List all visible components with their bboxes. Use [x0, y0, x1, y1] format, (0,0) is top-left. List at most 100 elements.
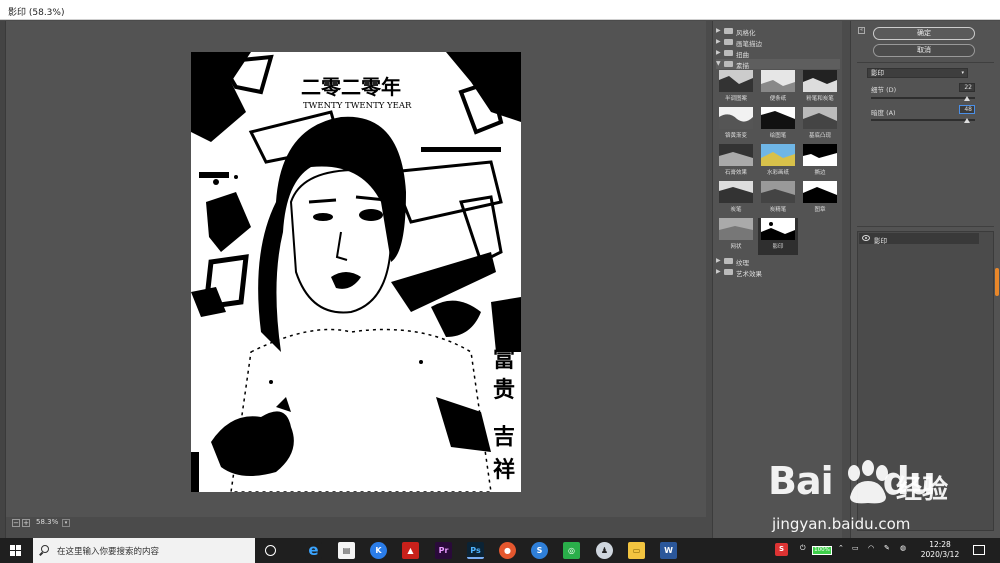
thumb-label: 图章 — [814, 207, 826, 213]
thumb-bas-relief[interactable]: 基底凸现 — [800, 107, 840, 144]
word-icon[interactable]: W — [660, 542, 677, 559]
thumb-chrome[interactable]: 铬黄渐变 — [716, 107, 756, 144]
thumb-halftone-pattern[interactable]: 半调图案 — [716, 70, 756, 107]
folder-icon — [724, 269, 733, 275]
thumb-photocopy-selected[interactable]: 影印 — [758, 218, 798, 255]
search-icon — [41, 545, 49, 553]
thumb-image — [761, 107, 795, 129]
effect-layer-item[interactable]: 影印 — [859, 233, 979, 245]
gallery-group-artistic[interactable]: ▶ 艺术效果 — [716, 267, 840, 278]
detail-value-input[interactable]: 22 — [959, 83, 975, 92]
preview-title-cn: 二零二零年 — [301, 75, 401, 99]
watermark-cn: 经验 — [896, 475, 949, 505]
zoom-level: 58.3% — [36, 518, 59, 526]
detail-slider[interactable] — [871, 96, 975, 101]
group-label: 画笔描边 — [736, 40, 762, 48]
zoom-bar: − + 58.3% ▾ — [6, 517, 706, 538]
cancel-button[interactable]: 取消 — [873, 44, 975, 57]
thumb-image — [761, 181, 795, 203]
edge-icon[interactable]: e — [305, 542, 322, 559]
group-label: 素描 — [736, 62, 749, 70]
ok-button[interactable]: 确定 — [873, 27, 975, 40]
group-label: 艺术效果 — [736, 270, 762, 278]
thumb-image — [761, 144, 795, 166]
watermark-url: jingyan.baidu.com — [772, 515, 911, 533]
thumb-label: 便条纸 — [769, 96, 787, 102]
preview-artwork: 二零二零年 TWENTY TWENTY YEAR 富 贵 吉 祥 — [191, 52, 521, 492]
thumb-label: 水彩画纸 — [766, 170, 789, 176]
darkness-slider[interactable] — [871, 118, 975, 123]
group-label: 纹理 — [736, 259, 749, 267]
wifi-icon[interactable]: ◠ — [868, 544, 874, 552]
eye-icon[interactable] — [862, 235, 870, 241]
filter-select[interactable]: 影印 ▾ — [867, 68, 968, 78]
chevron-up-icon[interactable]: ⌃ — [838, 544, 844, 552]
gallery-group-texture[interactable]: ▶ 纹理 — [716, 256, 840, 267]
battery-indicator[interactable]: 100% — [812, 546, 832, 555]
chevron-down-icon: ▾ — [961, 70, 964, 76]
taskbar-search-box[interactable]: 在这里输入你要搜索的内容 — [33, 538, 255, 563]
premiere-icon[interactable]: Pr — [435, 542, 452, 559]
network-icon[interactable]: ◍ — [900, 544, 906, 552]
gallery-group-distort[interactable]: ▶ 扭曲 — [716, 48, 840, 59]
chevron-right-icon: ▶ — [716, 268, 721, 275]
thumb-chalk-charcoal[interactable]: 粉笔和炭笔 — [800, 70, 840, 107]
thumb-note-paper[interactable]: 便条纸 — [758, 70, 798, 107]
zoom-in-button[interactable]: + — [22, 519, 30, 527]
notification-icon[interactable] — [973, 545, 985, 555]
chevron-right-icon: ▶ — [716, 49, 721, 56]
chevron-right-icon: ▶ — [716, 38, 721, 45]
zoom-out-button[interactable]: − — [12, 519, 20, 527]
thumb-stamp[interactable]: 图章 — [800, 181, 840, 218]
gallery-group-stylize[interactable]: ▶ 风格化 — [716, 26, 840, 37]
preview-canvas-area[interactable]: 二零二零年 TWENTY TWENTY YEAR 富 贵 吉 祥 — [6, 21, 706, 517]
gallery-group-sketch[interactable]: ▼ 素描 — [716, 59, 840, 70]
thumb-label: 基底凸现 — [808, 133, 831, 139]
folder-icon — [724, 50, 733, 56]
qq-icon[interactable]: ♟ — [596, 542, 613, 559]
gallery-group-brush-strokes[interactable]: ▶ 画笔描边 — [716, 37, 840, 48]
kugou-icon[interactable]: K — [370, 542, 387, 559]
photocopy-preview-image: 二零二零年 TWENTY TWENTY YEAR 富 贵 吉 祥 — [191, 52, 521, 492]
acrobat-icon[interactable]: ▲ — [402, 542, 419, 559]
photoshop-icon[interactable]: Ps — [467, 542, 484, 559]
panel-scrollbar[interactable] — [995, 268, 999, 296]
window-title-bar: 影印 (58.3%) — [0, 0, 1000, 20]
pen-icon[interactable]: ✎ — [884, 544, 890, 552]
baidu-jingyan-watermark: Bai du 经验 jingyan.baidu.com — [768, 455, 988, 537]
thumb-image — [761, 70, 795, 92]
thumb-graphic-pen[interactable]: 绘图笔 — [758, 107, 798, 144]
explorer-icon[interactable]: ▭ — [628, 542, 645, 559]
battery-icon[interactable]: ▭ — [852, 544, 859, 552]
preview-side-text-3: 吉 — [493, 424, 515, 450]
thumb-label: 粉笔和炭笔 — [806, 96, 834, 102]
thumb-label: 影印 — [772, 244, 784, 250]
sogou-input-icon[interactable]: S — [775, 543, 788, 556]
cortana-icon[interactable] — [265, 545, 276, 556]
firefox-icon[interactable]: ● — [499, 542, 516, 559]
thumb-torn-edges[interactable]: 撕边 — [800, 144, 840, 181]
thumb-water-paper[interactable]: 水彩画纸 — [758, 144, 798, 181]
thumb-image — [719, 70, 753, 92]
chevron-right-icon: ▶ — [716, 27, 721, 34]
detail-slider-knob[interactable] — [963, 96, 970, 101]
sogou-icon[interactable]: S — [531, 542, 548, 559]
search-placeholder: 在这里输入你要搜索的内容 — [57, 547, 160, 557]
thumb-label: 撕边 — [814, 170, 826, 176]
windows-start-icon[interactable] — [10, 545, 22, 557]
wechat-icon[interactable]: ◎ — [563, 542, 580, 559]
thumb-reticulation[interactable]: 网状 — [716, 218, 756, 255]
zoom-dropdown-icon[interactable]: ▾ — [62, 519, 70, 527]
store-icon[interactable]: ▤ — [338, 542, 355, 559]
group-label: 扭曲 — [736, 51, 749, 59]
thumb-plaster[interactable]: 石膏效果 — [716, 144, 756, 181]
thumb-conte-crayon[interactable]: 炭精笔 — [758, 181, 798, 218]
collapse-gallery-button[interactable]: « — [858, 27, 865, 34]
darkness-slider-knob[interactable] — [963, 118, 970, 123]
taskbar-clock[interactable]: 12:28 2020/3/12 — [918, 540, 962, 560]
open-folder-icon — [724, 61, 733, 67]
preview-side-text-2: 贵 — [493, 377, 515, 403]
thumb-charcoal[interactable]: 炭笔 — [716, 181, 756, 218]
power-plug-icon[interactable]: ⏻ — [800, 544, 806, 553]
darkness-value-input[interactable]: 48 — [959, 105, 975, 114]
